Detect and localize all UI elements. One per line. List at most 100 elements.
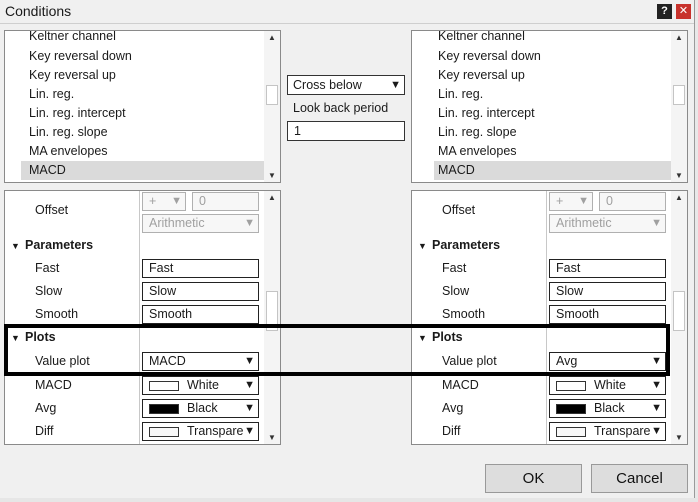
left-list-scrollbar[interactable]: ▲ ▼: [264, 31, 280, 182]
avg-color-select[interactable]: Black ▼: [549, 399, 666, 418]
smooth-input[interactable]: Smooth: [142, 305, 259, 324]
title-bar: Conditions ? ✕: [0, 0, 698, 24]
lookback-input[interactable]: 1: [287, 121, 405, 141]
collapse-triangle-icon[interactable]: ▼: [418, 241, 432, 251]
offset-sign-select[interactable]: + ▼: [142, 192, 186, 211]
right-list-scrollbar[interactable]: ▲ ▼: [671, 31, 687, 182]
macd-color-value: White: [594, 378, 626, 392]
macd-color-label: MACD: [35, 378, 72, 392]
scroll-thumb[interactable]: [673, 85, 685, 105]
close-button[interactable]: ✕: [676, 4, 691, 19]
ok-button[interactable]: OK: [485, 464, 582, 493]
list-item[interactable]: Key reversal up: [412, 66, 671, 85]
smooth-input[interactable]: Smooth: [549, 305, 666, 324]
avg-color-label: Avg: [442, 401, 464, 415]
chevron-down-icon: ▼: [651, 379, 662, 391]
chevron-down-icon: ▼: [651, 217, 662, 229]
offset-sign-select[interactable]: + ▼: [549, 192, 593, 211]
chevron-down-icon: ▼: [390, 79, 401, 91]
color-swatch: [149, 381, 179, 391]
chevron-down-icon: ▼: [171, 195, 182, 207]
plots-header[interactable]: ▼ Plots: [11, 330, 56, 344]
lookback-label: Look back period: [293, 101, 389, 115]
offset-value-input[interactable]: 0: [599, 192, 666, 211]
scroll-up-icon[interactable]: ▲: [675, 33, 683, 42]
color-swatch: [556, 404, 586, 414]
scroll-down-icon[interactable]: ▼: [675, 171, 683, 180]
list-item-selected[interactable]: MACD: [434, 161, 671, 180]
right-indicator-list[interactable]: Keltner channel Key reversal down Key re…: [411, 30, 688, 183]
value-plot-value: Avg: [556, 354, 578, 368]
list-item[interactable]: Lin. reg. intercept: [5, 104, 264, 123]
macd-color-label: MACD: [442, 378, 479, 392]
value-plot-select[interactable]: Avg ▼: [549, 352, 666, 371]
list-item[interactable]: Key reversal down: [412, 47, 671, 66]
list-item[interactable]: Key reversal down: [5, 47, 264, 66]
list-item[interactable]: Key reversal up: [5, 66, 264, 85]
offset-mode-select[interactable]: Arithmetic ▼: [142, 214, 259, 233]
scroll-up-icon[interactable]: ▲: [675, 193, 683, 202]
list-item[interactable]: Keltner channel: [412, 31, 671, 46]
avg-color-select[interactable]: Black ▼: [142, 399, 259, 418]
value-plot-value: MACD: [149, 354, 186, 368]
list-item-selected[interactable]: MACD: [21, 161, 264, 180]
value-plot-select[interactable]: MACD ▼: [142, 352, 259, 371]
chevron-down-icon: ▼: [244, 423, 255, 440]
scroll-thumb[interactable]: [673, 291, 685, 331]
parameters-header[interactable]: ▼ Parameters: [11, 238, 93, 252]
slow-input[interactable]: Slow: [142, 282, 259, 301]
help-button[interactable]: ?: [657, 4, 672, 19]
scroll-down-icon[interactable]: ▼: [268, 171, 276, 180]
diff-color-select[interactable]: Transparent ▼: [142, 422, 259, 441]
collapse-triangle-icon[interactable]: ▼: [11, 241, 25, 251]
left-properties-panel: + ▼ 0 Offset Arithmetic ▼ ▼ Parameters Fast…: [4, 190, 281, 445]
list-item[interactable]: Lin. reg.: [5, 85, 264, 104]
parameters-header[interactable]: ▼ Parameters: [418, 238, 500, 252]
section-title: Parameters: [25, 238, 94, 252]
chevron-down-icon: ▼: [578, 195, 589, 207]
left-props-scrollbar[interactable]: ▲ ▼: [264, 191, 280, 444]
offset-sign-value: +: [149, 194, 157, 208]
collapse-triangle-icon[interactable]: ▼: [11, 333, 25, 343]
section-title: Parameters: [432, 238, 501, 252]
value-plot-label: Value plot: [442, 354, 497, 368]
scroll-up-icon[interactable]: ▲: [268, 193, 276, 202]
list-item[interactable]: Lin. reg. slope: [412, 123, 671, 142]
right-properties-panel: + ▼ 0 Offset Arithmetic ▼ ▼ Parameters Fast…: [411, 190, 688, 445]
scroll-up-icon[interactable]: ▲: [268, 33, 276, 42]
offset-value-input[interactable]: 0: [192, 192, 259, 211]
cancel-button[interactable]: Cancel: [591, 464, 688, 493]
window-edge: [694, 0, 698, 502]
list-item[interactable]: Lin. reg. intercept: [412, 104, 671, 123]
macd-color-value: White: [187, 378, 219, 392]
color-swatch: [149, 427, 179, 437]
chevron-down-icon: ▼: [651, 355, 662, 367]
scroll-down-icon[interactable]: ▼: [675, 433, 683, 442]
offset-sign-value: +: [556, 194, 564, 208]
scroll-thumb[interactable]: [266, 85, 278, 105]
scroll-thumb[interactable]: [266, 291, 278, 331]
macd-color-select[interactable]: White ▼: [142, 376, 259, 395]
slow-input[interactable]: Slow: [549, 282, 666, 301]
fast-label: Fast: [442, 261, 467, 275]
offset-mode-select[interactable]: Arithmetic ▼: [549, 214, 666, 233]
list-item[interactable]: Keltner channel: [5, 31, 264, 46]
list-item[interactable]: Lin. reg. slope: [5, 123, 264, 142]
scroll-down-icon[interactable]: ▼: [268, 433, 276, 442]
plots-header[interactable]: ▼ Plots: [418, 330, 463, 344]
fast-input[interactable]: Fast: [549, 259, 666, 278]
color-swatch: [556, 427, 586, 437]
fast-input[interactable]: Fast: [142, 259, 259, 278]
list-item[interactable]: Lin. reg.: [412, 85, 671, 104]
operator-select[interactable]: Cross below ▼: [287, 75, 405, 95]
section-title: Plots: [25, 330, 56, 344]
right-props-scrollbar[interactable]: ▲ ▼: [671, 191, 687, 444]
chevron-down-icon: ▼: [651, 423, 662, 440]
list-item[interactable]: MA envelopes: [412, 142, 671, 161]
list-item[interactable]: MA envelopes: [5, 142, 264, 161]
collapse-triangle-icon[interactable]: ▼: [418, 333, 432, 343]
diff-color-select[interactable]: Transparent ▼: [549, 422, 666, 441]
left-indicator-list[interactable]: Keltner channel Key reversal down Key re…: [4, 30, 281, 183]
offset-mode-value: Arithmetic: [556, 216, 612, 230]
macd-color-select[interactable]: White ▼: [549, 376, 666, 395]
